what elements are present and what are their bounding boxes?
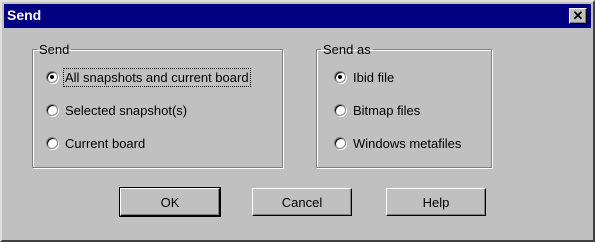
radio-label-windows-metafiles: Windows metafiles <box>353 135 462 151</box>
send-dialog: Send ✕ Send All snapshots and current bo… <box>0 0 595 242</box>
radio-button-icon[interactable] <box>334 137 346 149</box>
window-title: Send <box>7 7 42 23</box>
radio-button-icon[interactable] <box>334 104 346 116</box>
radio-selected-snapshots[interactable]: Selected snapshot(s) <box>46 101 187 119</box>
radio-label-selected-snapshots: Selected snapshot(s) <box>65 102 188 118</box>
send-as-group-legend: Send as <box>323 42 371 57</box>
radio-button-icon[interactable] <box>46 137 58 149</box>
radio-label-all-snapshots: All snapshots and current board <box>63 67 251 87</box>
close-button[interactable]: ✕ <box>569 8 587 24</box>
radio-label-ibid-file: Ibid file <box>353 69 395 85</box>
help-button[interactable]: Help <box>386 188 486 216</box>
send-group-legend: Send <box>39 42 70 57</box>
radio-selected-dot <box>338 75 342 79</box>
radio-current-board[interactable]: Current board <box>46 134 145 152</box>
radio-button-icon[interactable] <box>334 71 346 83</box>
ok-button[interactable]: OK <box>119 187 221 217</box>
radio-bitmap-files[interactable]: Bitmap files <box>334 101 420 119</box>
radio-label-bitmap-files: Bitmap files <box>353 102 421 118</box>
close-icon: ✕ <box>572 8 584 23</box>
cancel-button[interactable]: Cancel <box>252 188 352 216</box>
radio-windows-metafiles[interactable]: Windows metafiles <box>334 134 461 152</box>
radio-label-current-board: Current board <box>65 135 146 151</box>
radio-button-icon[interactable] <box>46 104 58 116</box>
radio-ibid-file[interactable]: Ibid file <box>334 68 394 86</box>
radio-button-icon[interactable] <box>46 71 58 83</box>
title-bar[interactable]: Send ✕ <box>4 4 591 28</box>
radio-all-snapshots[interactable]: All snapshots and current board <box>46 67 251 87</box>
radio-selected-dot <box>50 75 54 79</box>
